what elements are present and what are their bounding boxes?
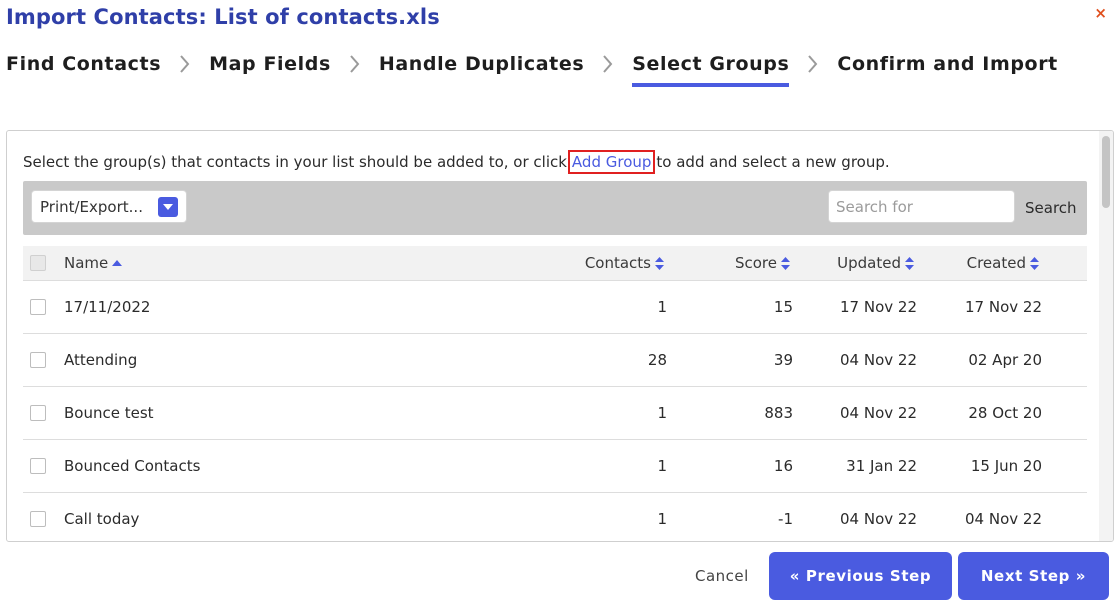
previous-step-button[interactable]: « Previous Step [769, 552, 952, 600]
header-created[interactable]: Created [967, 246, 1039, 280]
group-name: Bounced Contacts [64, 457, 201, 475]
groups-panel: Select the group(s) that contacts in you… [6, 130, 1114, 542]
group-contacts: 1 [657, 404, 667, 422]
header-updated[interactable]: Updated [837, 246, 914, 280]
search-input[interactable] [828, 190, 1015, 223]
chevron-right-icon [331, 55, 379, 73]
chevron-right-icon [584, 55, 632, 73]
chevron-down-icon[interactable] [158, 197, 178, 217]
group-updated: 04 Nov 22 [840, 351, 917, 369]
group-contacts: 1 [657, 298, 667, 316]
table-row[interactable]: Bounce test 1 883 04 Nov 22 28 Oct 20 [23, 387, 1087, 440]
group-updated: 17 Nov 22 [840, 298, 917, 316]
table-toolbar: Print/Export... Search [23, 181, 1087, 235]
group-name: Bounce test [64, 404, 154, 422]
group-created: 04 Nov 22 [965, 510, 1042, 528]
row-checkbox[interactable] [30, 440, 46, 492]
group-contacts: 28 [647, 351, 667, 369]
groups-table: Name Contacts Score Updated Created 17/1… [23, 246, 1087, 541]
step-handle-duplicates[interactable]: Handle Duplicates [379, 53, 584, 75]
group-name: 17/11/2022 [64, 298, 151, 316]
group-contacts: 1 [657, 510, 667, 528]
group-updated: 31 Jan 22 [846, 457, 917, 475]
row-checkbox[interactable] [30, 493, 46, 541]
close-icon[interactable]: × [1094, 4, 1107, 22]
group-updated: 04 Nov 22 [840, 510, 917, 528]
group-score: 39 [773, 351, 793, 369]
next-step-button[interactable]: Next Step » [958, 552, 1109, 600]
group-name: Call today [64, 510, 140, 528]
table-row[interactable]: Call today 1 -1 04 Nov 22 04 Nov 22 [23, 493, 1087, 541]
group-created: 02 Apr 20 [968, 351, 1042, 369]
header-name[interactable]: Name [64, 246, 123, 280]
header-contacts[interactable]: Contacts [585, 246, 664, 280]
table-row[interactable]: Bounced Contacts 1 16 31 Jan 22 15 Jun 2… [23, 440, 1087, 493]
scrollbar[interactable] [1099, 131, 1113, 541]
step-find-contacts[interactable]: Find Contacts [6, 53, 161, 75]
sort-icon [781, 256, 790, 270]
step-select-groups[interactable]: Select Groups [632, 53, 790, 87]
group-score: 16 [773, 457, 793, 475]
group-created: 17 Nov 22 [965, 298, 1042, 316]
intro-text: Select the group(s) that contacts in you… [23, 150, 890, 174]
table-row[interactable]: Attending 28 39 04 Nov 22 02 Apr 20 [23, 334, 1087, 387]
sort-icon [655, 256, 664, 270]
group-created: 15 Jun 20 [970, 457, 1042, 475]
step-confirm-and-import[interactable]: Confirm and Import [837, 53, 1057, 75]
group-created: 28 Oct 20 [968, 404, 1042, 422]
select-all-checkbox[interactable] [30, 246, 46, 280]
dialog-title: Import Contacts: List of contacts.xls [6, 5, 440, 29]
group-name: Attending [64, 351, 138, 369]
add-group-link[interactable]: Add Group [567, 150, 656, 174]
group-score: 883 [764, 404, 793, 422]
sort-icon [905, 256, 914, 270]
intro-text-before: Select the group(s) that contacts in you… [23, 153, 567, 171]
chevron-right-icon [161, 55, 209, 73]
sort-icon [1030, 256, 1039, 270]
row-checkbox[interactable] [30, 281, 46, 333]
sort-asc-icon [112, 260, 123, 266]
row-checkbox[interactable] [30, 387, 46, 439]
group-contacts: 1 [657, 457, 667, 475]
chevron-right-icon [789, 55, 837, 73]
intro-text-after: to add and select a new group. [656, 153, 890, 171]
print-export-label: Print/Export... [40, 197, 143, 216]
group-updated: 04 Nov 22 [840, 404, 917, 422]
header-score[interactable]: Score [735, 246, 790, 280]
scrollbar-thumb[interactable] [1102, 136, 1110, 208]
wizard-steps: Find Contacts Map Fields Handle Duplicat… [6, 50, 1058, 87]
print-export-dropdown[interactable]: Print/Export... [31, 190, 187, 223]
table-row[interactable]: 17/11/2022 1 15 17 Nov 22 17 Nov 22 [23, 281, 1087, 334]
search-button[interactable]: Search [1025, 199, 1077, 217]
step-map-fields[interactable]: Map Fields [209, 53, 331, 75]
group-score: -1 [778, 510, 793, 528]
row-checkbox[interactable] [30, 334, 46, 386]
cancel-button[interactable]: Cancel [695, 567, 749, 585]
group-score: 15 [773, 298, 793, 316]
table-header-row: Name Contacts Score Updated Created [23, 246, 1087, 281]
